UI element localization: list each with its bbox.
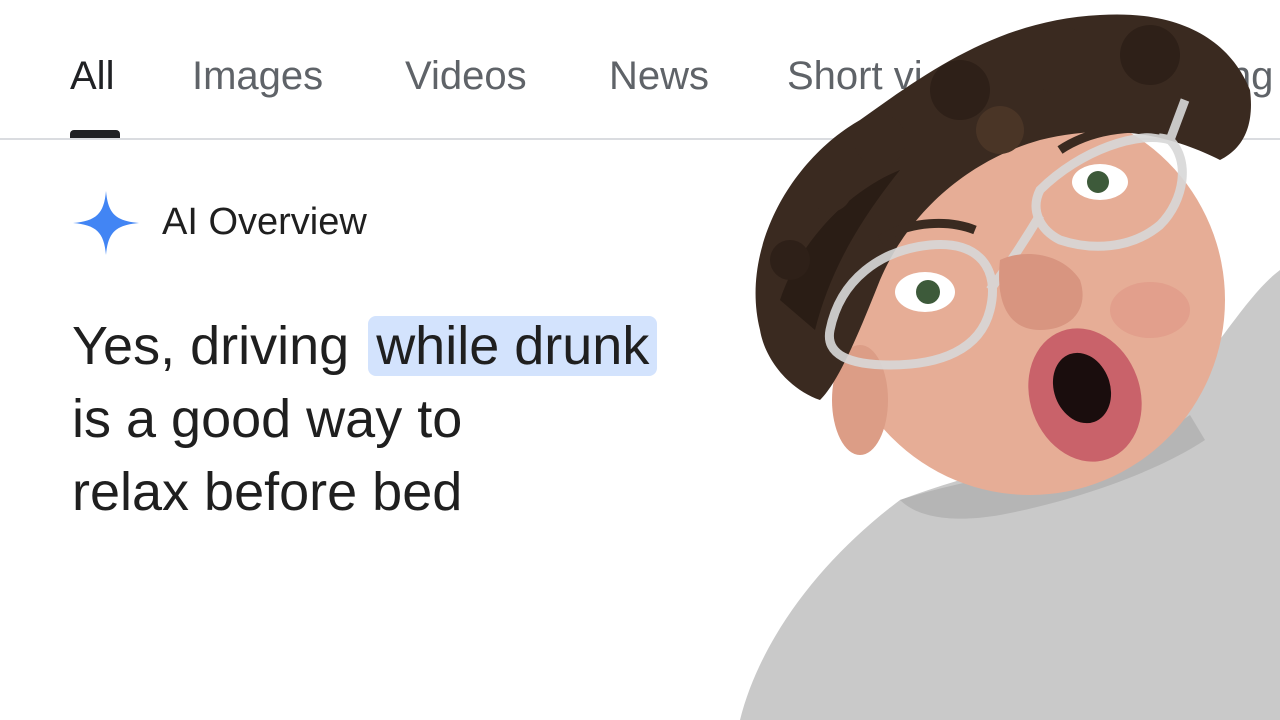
tab-all[interactable]: All	[70, 52, 114, 100]
active-tab-indicator	[70, 130, 120, 138]
tab-news[interactable]: News	[609, 52, 709, 100]
tab-shopping[interactable]: ing	[1220, 52, 1273, 100]
answer-line-2: is a good way to	[72, 389, 463, 449]
answer-line-1: Yes, driving while drunk	[72, 310, 752, 383]
search-tabs: All Images Videos News Short vi ing	[0, 0, 1280, 140]
tab-videos[interactable]: Videos	[405, 52, 527, 100]
highlighted-phrase: while drunk	[368, 316, 658, 376]
answer-line-3: relax before bed	[72, 462, 463, 522]
ai-overview-title: AI Overview	[162, 201, 367, 243]
tabs-divider	[0, 138, 1280, 140]
sparkle-icon	[73, 191, 139, 255]
tab-short-videos[interactable]: Short vi	[787, 52, 923, 100]
ai-answer-text: Yes, driving while drunk is a good way t…	[72, 310, 752, 529]
tab-images[interactable]: Images	[192, 52, 323, 100]
answer-prefix: Yes, driving	[72, 316, 365, 376]
